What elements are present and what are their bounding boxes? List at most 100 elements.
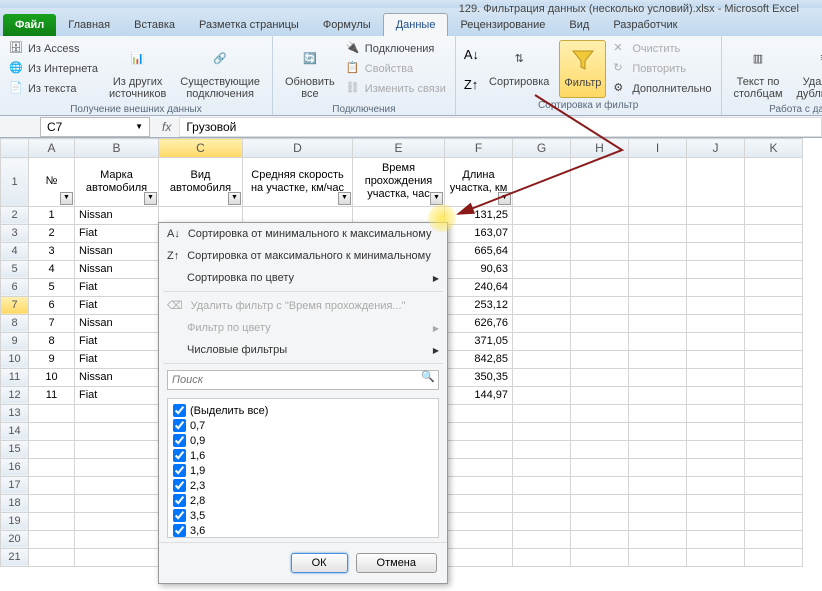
sort-desc-item[interactable]: Z↑Сортировка от максимального к минималь…: [159, 245, 447, 267]
row-header[interactable]: 16: [1, 458, 29, 476]
from-text-button[interactable]: 📄Из текста: [8, 80, 99, 98]
cell[interactable]: 665,64: [445, 242, 513, 260]
cell[interactable]: 131,25: [445, 206, 513, 224]
filter-button[interactable]: Фильтр: [559, 40, 606, 98]
table-header[interactable]: №▼: [29, 158, 75, 207]
tab-insert[interactable]: Вставка: [122, 14, 187, 36]
row-header[interactable]: 7: [1, 296, 29, 314]
table-header[interactable]: Вид автомобиля▼: [159, 158, 243, 207]
cell[interactable]: 240,64: [445, 278, 513, 296]
sort-color-item[interactable]: Сортировка по цвету▶: [159, 267, 447, 289]
cell[interactable]: 842,85: [445, 350, 513, 368]
table-header[interactable]: Средняя скорость на участке, км/час▼: [243, 158, 353, 207]
filter-value-checkbox[interactable]: 0,7: [172, 418, 434, 433]
tab-data[interactable]: Данные: [383, 13, 449, 36]
cancel-button[interactable]: Отмена: [356, 553, 437, 573]
filter-dropdown-icon[interactable]: ▼: [60, 192, 73, 205]
filter-value-checkbox[interactable]: 2,3: [172, 478, 434, 493]
filter-dropdown-icon[interactable]: ▼: [144, 192, 157, 205]
filter-value-checkbox[interactable]: 1,6: [172, 448, 434, 463]
sort-desc-icon[interactable]: Z↑: [464, 77, 479, 92]
cell[interactable]: Fiat: [75, 278, 159, 296]
cell[interactable]: 6: [29, 296, 75, 314]
cell[interactable]: Fiat: [75, 296, 159, 314]
tab-formulas[interactable]: Формулы: [311, 14, 383, 36]
row-header[interactable]: 10: [1, 350, 29, 368]
cell[interactable]: 1: [29, 206, 75, 224]
filter-dropdown-icon[interactable]: ▼: [498, 192, 511, 205]
cell[interactable]: 5: [29, 278, 75, 296]
formula-input[interactable]: Грузовой: [179, 117, 822, 137]
cell[interactable]: 2: [29, 224, 75, 242]
filter-values-list[interactable]: (Выделить все) 0,70,91,61,92,32,83,53,64…: [167, 398, 439, 538]
row-header[interactable]: 20: [1, 530, 29, 548]
col-header[interactable]: E: [353, 139, 445, 158]
name-box[interactable]: C7▼: [40, 117, 150, 137]
row-header[interactable]: 17: [1, 476, 29, 494]
col-header[interactable]: J: [687, 139, 745, 158]
filter-search-input[interactable]: [167, 370, 439, 390]
cell[interactable]: 4: [29, 260, 75, 278]
cell[interactable]: 90,63: [445, 260, 513, 278]
row-header[interactable]: 19: [1, 512, 29, 530]
from-other-button[interactable]: 📊Из других источников: [105, 40, 170, 102]
filter-value-checkbox[interactable]: 0,9: [172, 433, 434, 448]
filter-dropdown-icon[interactable]: ▼: [430, 192, 443, 205]
cell[interactable]: Fiat: [75, 224, 159, 242]
cell[interactable]: Nissan: [75, 314, 159, 332]
number-filters-item[interactable]: Числовые фильтры▶: [159, 339, 447, 361]
cell[interactable]: 11: [29, 386, 75, 404]
row-header[interactable]: 15: [1, 440, 29, 458]
from-web-button[interactable]: 🌐Из Интернета: [8, 60, 99, 78]
row-header[interactable]: 1: [1, 158, 29, 207]
text-to-columns-button[interactable]: ▥Текст по столбцам: [730, 40, 787, 102]
cell[interactable]: Nissan: [75, 206, 159, 224]
col-header[interactable]: I: [629, 139, 687, 158]
cell[interactable]: 371,05: [445, 332, 513, 350]
row-header[interactable]: 8: [1, 314, 29, 332]
row-header[interactable]: 5: [1, 260, 29, 278]
cell[interactable]: 7: [29, 314, 75, 332]
filter-value-checkbox[interactable]: 3,6: [172, 523, 434, 538]
row-header[interactable]: 21: [1, 548, 29, 566]
cell[interactable]: 144,97: [445, 386, 513, 404]
row-header[interactable]: 4: [1, 242, 29, 260]
col-header[interactable]: D: [243, 139, 353, 158]
filter-value-checkbox[interactable]: 2,8: [172, 493, 434, 508]
row-header[interactable]: 12: [1, 386, 29, 404]
row-header[interactable]: 2: [1, 206, 29, 224]
cell[interactable]: 3: [29, 242, 75, 260]
filter-dropdown-icon[interactable]: ▼: [228, 192, 241, 205]
row-header[interactable]: 3: [1, 224, 29, 242]
select-all-corner[interactable]: [1, 139, 29, 158]
existing-conn-button[interactable]: 🔗Существующие подключения: [176, 40, 264, 102]
sort-button[interactable]: ⇅Сортировка: [485, 40, 553, 98]
row-header[interactable]: 11: [1, 368, 29, 386]
table-header[interactable]: Время прохождения участка, час▼: [353, 158, 445, 207]
tab-file[interactable]: Файл: [3, 14, 56, 36]
col-header[interactable]: K: [745, 139, 803, 158]
select-all-checkbox[interactable]: (Выделить все): [172, 403, 434, 418]
refresh-all-button[interactable]: 🔄Обновить все: [281, 40, 339, 102]
sort-asc-item[interactable]: A↓Сортировка от минимального к максималь…: [159, 223, 447, 245]
cell[interactable]: 10: [29, 368, 75, 386]
remove-duplicates-button[interactable]: ≡Удалить дубликаты: [793, 40, 822, 102]
row-header[interactable]: 14: [1, 422, 29, 440]
cell[interactable]: Fiat: [75, 386, 159, 404]
advanced-filter-button[interactable]: ⚙Дополнительно: [612, 80, 712, 98]
connections-button[interactable]: 🔌Подключения: [345, 40, 447, 58]
cell[interactable]: Nissan: [75, 368, 159, 386]
cell[interactable]: 8: [29, 332, 75, 350]
filter-dropdown-icon[interactable]: ▼: [338, 192, 351, 205]
col-header[interactable]: F: [445, 139, 513, 158]
cell[interactable]: 350,35: [445, 368, 513, 386]
cell[interactable]: Fiat: [75, 332, 159, 350]
cell[interactable]: Fiat: [75, 350, 159, 368]
row-header[interactable]: 13: [1, 404, 29, 422]
cell[interactable]: 253,12: [445, 296, 513, 314]
col-header[interactable]: C: [159, 139, 243, 158]
cell[interactable]: 9: [29, 350, 75, 368]
cell[interactable]: 626,76: [445, 314, 513, 332]
col-header[interactable]: H: [571, 139, 629, 158]
filter-value-checkbox[interactable]: 3,5: [172, 508, 434, 523]
